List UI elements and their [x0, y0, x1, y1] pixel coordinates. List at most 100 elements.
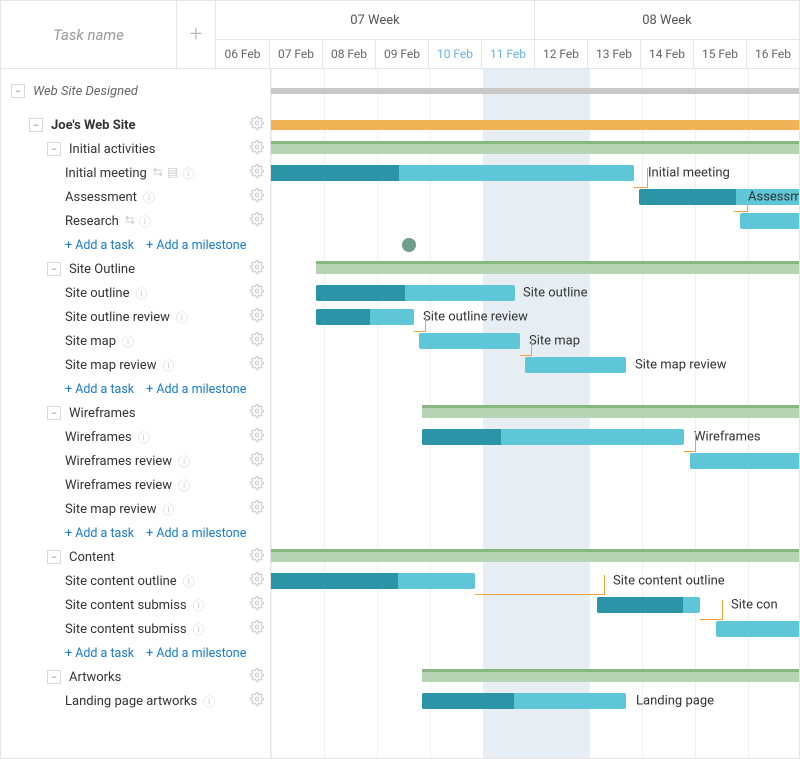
summary-bar[interactable]: [271, 88, 799, 94]
collapse-toggle[interactable]: −: [47, 142, 61, 156]
add-milestone-link[interactable]: + Add a milestone: [146, 646, 246, 661]
dependency-arrow: [475, 575, 605, 595]
task-name[interactable]: Site Outline: [69, 262, 135, 277]
task-name[interactable]: Site content outline: [65, 574, 177, 589]
collapse-toggle[interactable]: −: [11, 84, 25, 98]
progress-fill: [422, 693, 514, 709]
task-name[interactable]: Site map review: [65, 502, 156, 517]
add-milestone-link[interactable]: + Add a milestone: [146, 526, 246, 541]
task-name[interactable]: Site content submiss: [65, 598, 187, 613]
timeline-row: Site outline: [271, 281, 799, 305]
task-name[interactable]: Initial activities: [69, 142, 156, 157]
info-icon: ⓘ: [138, 429, 150, 446]
gear-icon[interactable]: [250, 188, 264, 206]
gear-icon[interactable]: [250, 692, 264, 710]
gear-icon[interactable]: [250, 140, 264, 158]
summary-bar[interactable]: [422, 672, 799, 682]
task-bar[interactable]: [525, 357, 626, 373]
task-bar[interactable]: [716, 621, 799, 637]
add-column-button[interactable]: +: [177, 1, 215, 68]
milestone-marker[interactable]: [402, 238, 416, 252]
gear-icon[interactable]: [250, 308, 264, 326]
task-name[interactable]: Joe's Web Site: [51, 118, 136, 133]
day-header: 07 Feb: [269, 40, 322, 68]
bar-label: Assessm: [748, 190, 799, 205]
timeline[interactable]: Initial meetingAssessmSite outlineSite o…: [271, 69, 799, 758]
task-bar[interactable]: [690, 453, 799, 469]
task-bar[interactable]: [271, 573, 475, 589]
summary-bar[interactable]: [316, 264, 799, 274]
gear-icon[interactable]: [250, 260, 264, 278]
collapse-toggle[interactable]: −: [47, 262, 61, 276]
gear-icon[interactable]: [250, 116, 264, 134]
collapse-toggle[interactable]: −: [29, 118, 43, 132]
gear-icon[interactable]: [250, 548, 264, 566]
info-icon: ⓘ: [193, 597, 205, 614]
gear-icon[interactable]: [250, 284, 264, 302]
timeline-row: [271, 113, 799, 137]
gear-icon[interactable]: [250, 428, 264, 446]
collapse-toggle[interactable]: −: [47, 406, 61, 420]
task-bar[interactable]: [419, 333, 520, 349]
add-milestone-link[interactable]: + Add a milestone: [146, 382, 246, 397]
task-group-row: −Content: [1, 545, 270, 569]
task-name[interactable]: Site map review: [65, 358, 156, 373]
bar-label: Wireframes: [694, 430, 761, 445]
add-milestone-link[interactable]: + Add a milestone: [146, 238, 246, 253]
gear-icon[interactable]: [250, 596, 264, 614]
task-name[interactable]: Wireframes review: [65, 478, 172, 493]
task-name[interactable]: Artworks: [69, 670, 121, 685]
task-name[interactable]: Web Site Designed: [33, 84, 138, 99]
task-name[interactable]: Initial meeting: [65, 166, 147, 181]
gantt-app: Task name + 07 Week08 Week 06 Feb07 Feb0…: [0, 0, 800, 759]
add-task-link[interactable]: + Add a task: [65, 646, 134, 661]
summary-bar[interactable]: [271, 144, 799, 154]
collapse-toggle[interactable]: −: [47, 550, 61, 564]
task-name[interactable]: Site map: [65, 334, 116, 349]
summary-bar[interactable]: [271, 120, 799, 130]
gear-icon[interactable]: [250, 452, 264, 470]
week-row: 07 Week08 Week: [216, 1, 799, 40]
timeline-row: [271, 257, 799, 281]
summary-bar[interactable]: [422, 408, 799, 418]
gear-icon[interactable]: [250, 164, 264, 182]
gear-icon[interactable]: [250, 404, 264, 422]
gear-icon[interactable]: [250, 572, 264, 590]
gear-icon[interactable]: [250, 332, 264, 350]
gear-icon[interactable]: [250, 668, 264, 686]
task-name[interactable]: Site content submiss: [65, 622, 187, 637]
task-name[interactable]: Wireframes review: [65, 454, 172, 469]
add-task-link[interactable]: + Add a task: [65, 382, 134, 397]
bar-label: Site map review: [635, 358, 726, 373]
timeline-row: Site map: [271, 329, 799, 353]
add-task-link[interactable]: + Add a task: [65, 526, 134, 541]
task-name[interactable]: Wireframes: [69, 406, 136, 421]
gear-icon[interactable]: [250, 620, 264, 638]
task-name[interactable]: Site outline review: [65, 310, 170, 325]
gear-icon[interactable]: [250, 476, 264, 494]
task-name[interactable]: Research: [65, 214, 119, 229]
gear-icon[interactable]: [250, 212, 264, 230]
task-bar[interactable]: [422, 429, 684, 445]
timeline-row: [271, 521, 799, 545]
task-name[interactable]: Wireframes: [65, 430, 132, 445]
collapse-toggle[interactable]: −: [47, 670, 61, 684]
task-bar[interactable]: [740, 213, 799, 229]
gear-icon[interactable]: [250, 500, 264, 518]
task-badges: ⓘ: [193, 597, 205, 614]
task-name[interactable]: Content: [69, 550, 115, 565]
task-row: Research⇆ⓘ: [1, 209, 270, 233]
gear-icon[interactable]: [250, 356, 264, 374]
task-name[interactable]: Site outline: [65, 286, 129, 301]
add-task-link[interactable]: + Add a task: [65, 238, 134, 253]
task-name[interactable]: Assessment: [65, 190, 137, 205]
summary-bar[interactable]: [271, 552, 799, 562]
task-badges: ⓘ: [162, 501, 174, 518]
info-icon: ⓘ: [162, 501, 174, 518]
task-bar[interactable]: [316, 285, 515, 301]
task-bar[interactable]: [597, 597, 700, 613]
task-name[interactable]: Landing page artworks: [65, 694, 197, 709]
task-bar[interactable]: [422, 693, 626, 709]
task-bar[interactable]: [316, 309, 414, 325]
task-bar[interactable]: [271, 165, 634, 181]
